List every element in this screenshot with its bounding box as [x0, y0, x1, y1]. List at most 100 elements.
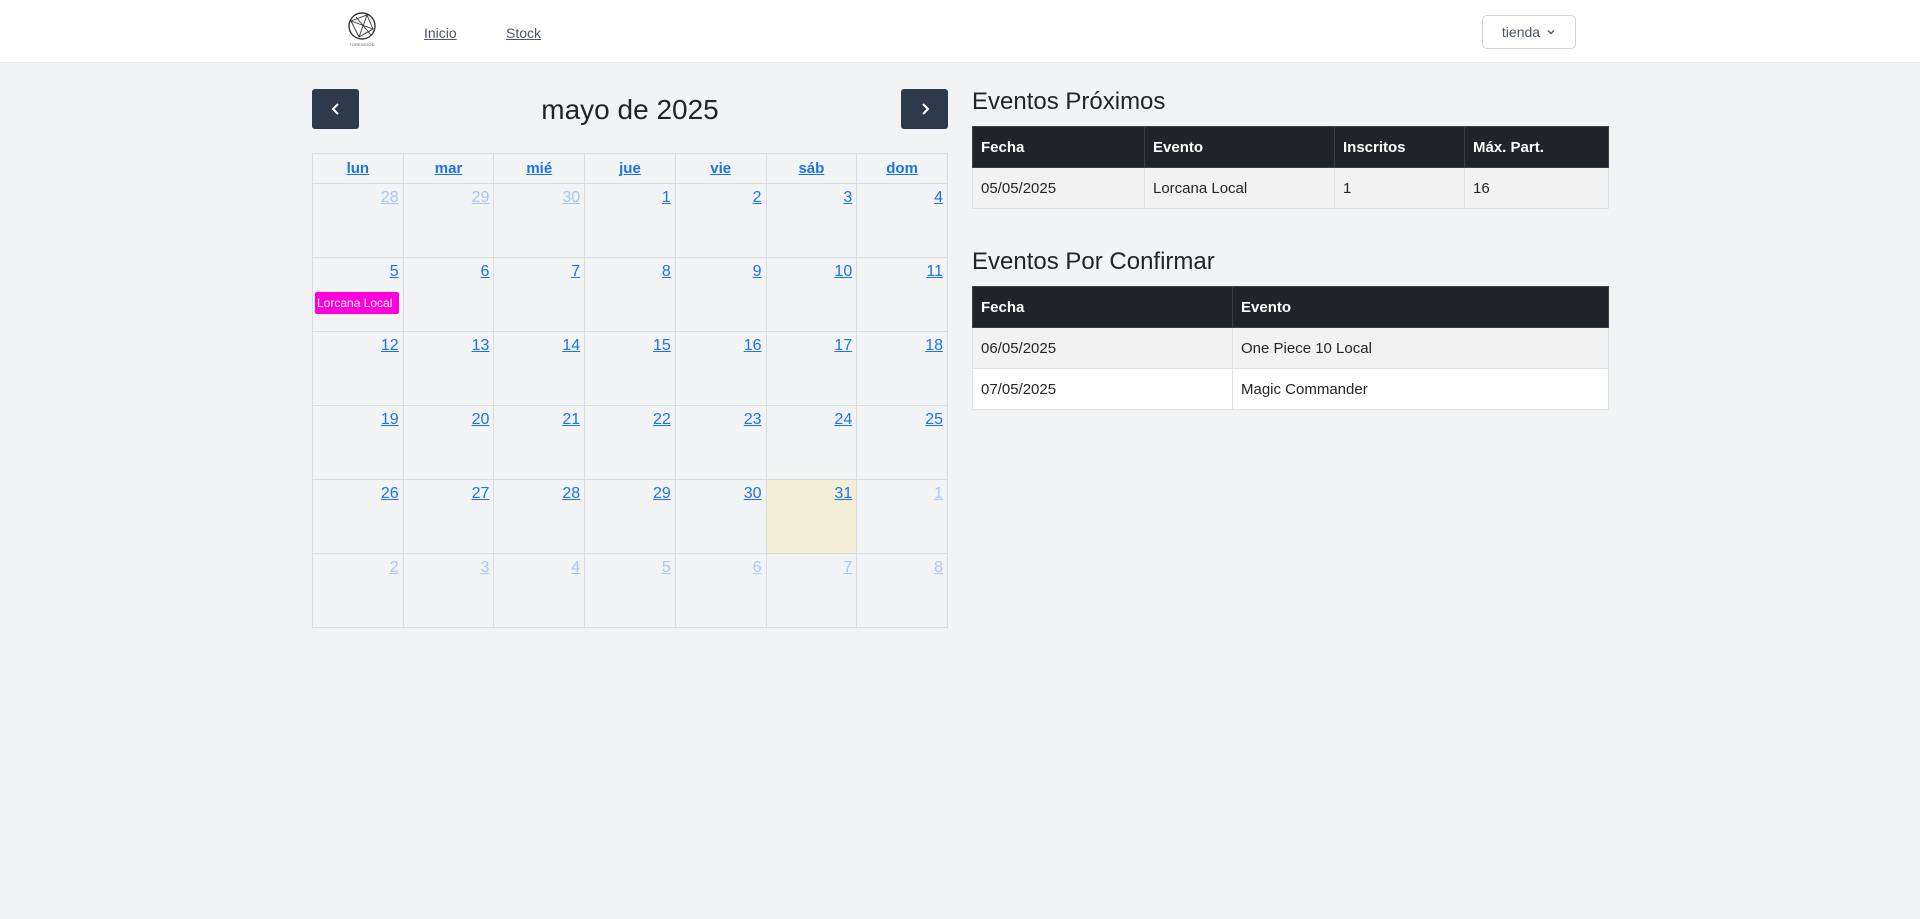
calendar-day-cell[interactable]: 4: [856, 183, 948, 258]
calendar-day-cell[interactable]: 28: [312, 183, 404, 258]
calendar-day-cell[interactable]: 13: [402, 331, 495, 406]
day-number-link[interactable]: 19: [315, 410, 399, 430]
calendar-day-cell[interactable]: 6: [674, 553, 767, 628]
day-number-link[interactable]: 2: [315, 558, 399, 578]
weekday-link[interactable]: sáb: [798, 160, 824, 177]
day-number-link[interactable]: 3: [769, 188, 852, 208]
day-number-link[interactable]: 29: [406, 188, 490, 208]
calendar-day-cell[interactable]: 18: [856, 331, 948, 406]
day-number-link[interactable]: 1: [587, 188, 671, 208]
site-logo[interactable]: TOREWOOD: [342, 11, 382, 51]
day-number-link[interactable]: 11: [859, 262, 943, 282]
calendar-day-cell[interactable]: 25: [856, 405, 948, 480]
day-number-link[interactable]: 28: [315, 188, 399, 208]
calendar-day-cell[interactable]: 19: [312, 405, 404, 480]
next-month-button[interactable]: [901, 89, 948, 129]
calendar-day-cell[interactable]: 1: [584, 183, 676, 258]
calendar-day-cell[interactable]: 2: [312, 553, 404, 628]
calendar-day-cell[interactable]: 17: [765, 331, 858, 406]
day-number-link[interactable]: 5: [587, 558, 671, 578]
calendar-day-cell[interactable]: 21: [493, 405, 586, 480]
day-number-link[interactable]: 12: [315, 336, 399, 356]
day-number-link[interactable]: 6: [406, 262, 490, 282]
day-number-link[interactable]: 18: [859, 336, 943, 356]
calendar-day-cell[interactable]: 3: [765, 183, 858, 258]
table-row[interactable]: 07/05/2025 Magic Commander: [972, 368, 1609, 410]
calendar-day-cell[interactable]: 15: [584, 331, 676, 406]
calendar-day-cell[interactable]: 30: [674, 479, 767, 554]
store-dropdown[interactable]: tienda: [1482, 15, 1576, 49]
day-number-link[interactable]: 13: [406, 336, 490, 356]
calendar-day-cell[interactable]: 6: [402, 257, 495, 332]
day-number-link[interactable]: 7: [496, 262, 580, 282]
day-number-link[interactable]: 5: [315, 262, 399, 282]
calendar-day-cell[interactable]: 23: [674, 405, 767, 480]
calendar-day-cell[interactable]: 29: [584, 479, 676, 554]
calendar-day-cell[interactable]: 11: [856, 257, 948, 332]
weekday-link[interactable]: lun: [347, 160, 370, 177]
day-number-link[interactable]: 16: [678, 336, 762, 356]
day-number-link[interactable]: 22: [587, 410, 671, 430]
calendar-day-cell[interactable]: 16: [674, 331, 767, 406]
weekday-link[interactable]: mar: [435, 160, 463, 177]
day-number-link[interactable]: 21: [496, 410, 580, 430]
day-number-link[interactable]: 30: [496, 188, 580, 208]
day-number-link[interactable]: 17: [769, 336, 852, 356]
calendar-day-cell[interactable]: 10: [765, 257, 858, 332]
weekday-link[interactable]: vie: [710, 160, 731, 177]
day-number-link[interactable]: 26: [315, 484, 399, 504]
calendar-day-cell[interactable]: 12: [312, 331, 404, 406]
calendar-day-cell[interactable]: 3: [402, 553, 495, 628]
day-number-link[interactable]: 2: [678, 188, 762, 208]
table-row[interactable]: 05/05/2025 Lorcana Local 1 16: [972, 167, 1609, 209]
day-number-link[interactable]: 25: [859, 410, 943, 430]
day-number-link[interactable]: 3: [406, 558, 490, 578]
calendar-day-cell[interactable]: 8: [856, 553, 948, 628]
day-number-link[interactable]: 31: [769, 484, 852, 504]
calendar-day-cell[interactable]: 26: [312, 479, 404, 554]
calendar-day-cell[interactable]: 14: [493, 331, 586, 406]
day-number-link[interactable]: 29: [587, 484, 671, 504]
day-number-link[interactable]: 9: [678, 262, 762, 282]
day-number-link[interactable]: 7: [769, 558, 852, 578]
day-number-link[interactable]: 15: [587, 336, 671, 356]
weekday-link[interactable]: dom: [886, 160, 918, 177]
day-number-link[interactable]: 27: [406, 484, 490, 504]
calendar-day-cell[interactable]: 4: [493, 553, 586, 628]
day-number-link[interactable]: 24: [769, 410, 852, 430]
day-number-link[interactable]: 4: [859, 188, 943, 208]
calendar-day-cell[interactable]: 9: [674, 257, 767, 332]
nav-link-inicio[interactable]: Inicio: [424, 25, 457, 41]
calendar-day-cell[interactable]: 22: [584, 405, 676, 480]
calendar-event-chip[interactable]: Lorcana Local: [315, 292, 399, 314]
calendar-day-cell[interactable]: 27: [402, 479, 495, 554]
calendar-day-cell[interactable]: 1: [856, 479, 948, 554]
prev-month-button[interactable]: [312, 89, 359, 129]
day-number-link[interactable]: 4: [496, 558, 580, 578]
calendar-day-cell[interactable]: 7: [493, 257, 586, 332]
calendar-day-cell[interactable]: 30: [493, 183, 586, 258]
day-number-link[interactable]: 28: [496, 484, 580, 504]
calendar-day-cell[interactable]: 28: [493, 479, 586, 554]
table-row[interactable]: 06/05/2025 One Piece 10 Local: [972, 327, 1609, 369]
day-number-link[interactable]: 10: [769, 262, 852, 282]
calendar-day-cell[interactable]: 5 Lorcana Local: [312, 257, 404, 332]
calendar-day-cell[interactable]: 31: [765, 479, 858, 554]
nav-link-stock[interactable]: Stock: [506, 25, 541, 41]
calendar-day-cell[interactable]: 20: [402, 405, 495, 480]
day-number-link[interactable]: 20: [406, 410, 490, 430]
day-number-link[interactable]: 8: [859, 558, 943, 578]
weekday-link[interactable]: mié: [526, 160, 552, 177]
day-number-link[interactable]: 14: [496, 336, 580, 356]
calendar-day-cell[interactable]: 2: [674, 183, 767, 258]
day-number-link[interactable]: 1: [859, 484, 943, 504]
calendar-day-cell[interactable]: 24: [765, 405, 858, 480]
calendar-day-cell[interactable]: 7: [765, 553, 858, 628]
day-number-link[interactable]: 23: [678, 410, 762, 430]
weekday-link[interactable]: jue: [619, 160, 641, 177]
calendar-day-cell[interactable]: 29: [402, 183, 495, 258]
day-number-link[interactable]: 30: [678, 484, 762, 504]
calendar-day-cell[interactable]: 8: [584, 257, 676, 332]
day-number-link[interactable]: 6: [678, 558, 762, 578]
calendar-day-cell[interactable]: 5: [584, 553, 676, 628]
